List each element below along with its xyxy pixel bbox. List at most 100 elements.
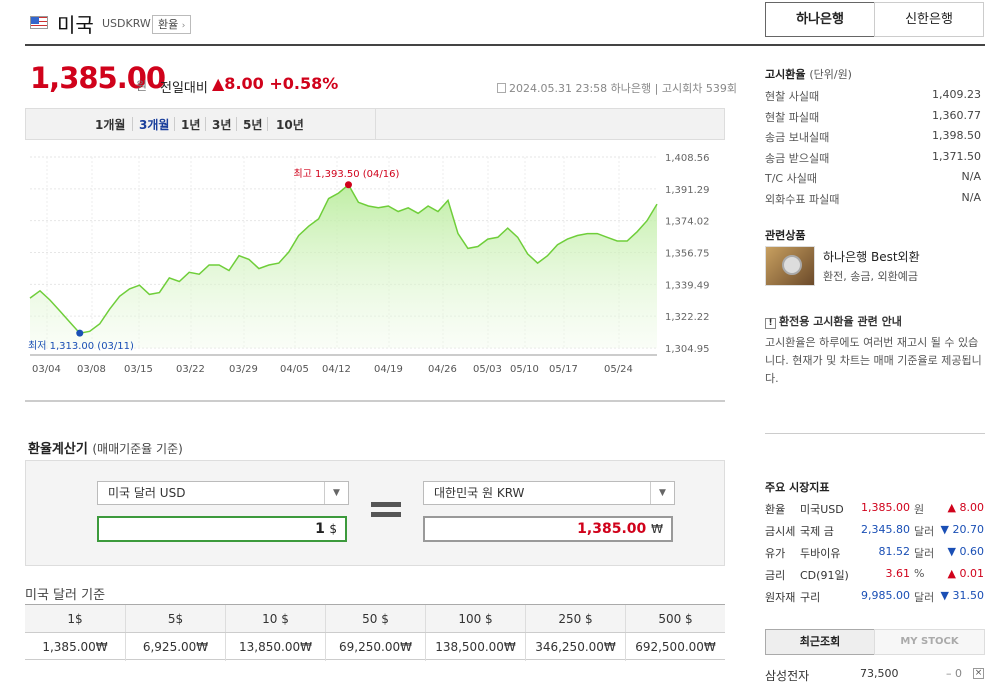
tab-1year[interactable]: 1년 — [181, 116, 200, 133]
market-item-change: ▼ 0.60 — [947, 545, 984, 558]
low-point — [76, 329, 84, 337]
rate-value: 1,409.23 — [932, 88, 981, 101]
calculator-subtitle: (매매기준율 기준) — [92, 442, 183, 456]
x-tick-label: 04/19 — [374, 364, 403, 375]
period-tabs-divider — [375, 109, 376, 139]
table-cell: 13,850.00₩ — [225, 633, 325, 661]
amount-input[interactable]: 1 $ — [97, 516, 347, 542]
recent-stock-name[interactable]: 삼성전자 — [765, 667, 809, 684]
dropdown-arrow-icon: ▼ — [650, 482, 674, 504]
to-currency-value: 대한민국 원 KRW — [434, 486, 525, 500]
close-icon[interactable]: × — [973, 668, 984, 679]
calculator-title-text: 환율계산기 — [28, 442, 88, 457]
table-cell: 346,250.00₩ — [525, 633, 625, 661]
market-item-value: 3.61 — [885, 567, 911, 580]
rate-label: 현찰 파실때 — [765, 110, 820, 124]
divider — [267, 117, 268, 131]
exchange-rate-button-label: 환율 — [158, 18, 179, 31]
high-label: 최고 1,393.50 (04/16) — [293, 168, 399, 180]
recent-stock-change: – 0 — [946, 667, 962, 680]
result-output: 1,385.00 ₩ — [423, 516, 673, 542]
notified-rates-title: 고시환율 (단위/원) — [765, 66, 852, 82]
x-tick-label: 04/05 — [280, 364, 309, 375]
market-category: 환율 — [765, 503, 786, 516]
rate-value: 1,371.50 — [932, 149, 981, 163]
market-item-name[interactable]: 구리 — [800, 589, 820, 605]
x-tick-label: 05/03 — [473, 364, 502, 375]
to-currency-select[interactable]: 대한민국 원 KRW ▼ — [423, 481, 675, 505]
low-label: 최저 1,313.00 (03/11) — [28, 340, 134, 352]
tab-my-stock[interactable]: MY STOCK — [874, 629, 985, 655]
rate-value: N/A — [961, 190, 981, 204]
related-products-title: 관련상품 — [765, 229, 806, 242]
notice-title-text: 환전용 고시환율 관련 안내 — [779, 315, 902, 328]
change-label: 전일대비 — [160, 81, 208, 96]
recent-stock-price: 73,500 — [860, 667, 899, 680]
rate-label: 송금 보내실때 — [765, 131, 830, 144]
tab-3year[interactable]: 3년 — [212, 116, 231, 133]
price-change: ▲8.00 +0.58% — [212, 74, 339, 93]
exchange-rate-button[interactable]: 환율 › — [152, 15, 192, 34]
market-indicators-title: 주요 시장지표 — [765, 481, 830, 494]
currency-code: USDKRW — [102, 17, 151, 30]
market-category: 원자재 — [765, 591, 796, 604]
result-unit: ₩ — [651, 522, 663, 536]
market-category: 금시세 — [765, 525, 796, 538]
x-tick-label: 05/24 — [604, 364, 633, 375]
table-row: 1,385.00₩ 6,925.00₩ 13,850.00₩ 69,250.00… — [25, 632, 725, 661]
market-item-unit: 달러 — [914, 591, 935, 604]
tab-3month[interactable]: 3개월 — [139, 116, 169, 133]
tab-hana-bank[interactable]: 하나은행 — [765, 2, 875, 37]
table-header-cell: 100 $ — [425, 605, 525, 633]
market-item-change: ▲ 8.00 — [947, 501, 984, 514]
recent-stock-change-value: 0 — [955, 667, 962, 680]
market-item-name[interactable]: 국제 금 — [800, 523, 834, 539]
x-tick-label: 04/26 — [428, 364, 457, 375]
market-item-value: 2,345.80 — [861, 523, 910, 536]
dropdown-arrow-icon: ▼ — [324, 482, 348, 504]
table-header-cell: 250 $ — [525, 605, 625, 633]
x-tick-label: 03/08 — [77, 364, 106, 375]
quote-meta-text: 2024.05.31 23:58 하나은행 | 고시회차 539회 — [509, 82, 737, 95]
result-value: 1,385.00 — [577, 521, 647, 537]
table-title: 미국 달러 기준 — [25, 588, 106, 603]
market-item-unit: 원 — [914, 503, 925, 516]
market-item-name[interactable]: 두바이유 — [800, 545, 840, 561]
tab-1month[interactable]: 1개월 — [95, 116, 125, 133]
price-unit: 원 — [136, 79, 148, 93]
chart-area — [30, 184, 657, 348]
market-item-unit: % — [914, 567, 925, 580]
divider — [205, 117, 206, 131]
table-cell: 1,385.00₩ — [42, 640, 108, 654]
product-name[interactable]: 하나은행 Best외환 — [823, 248, 920, 265]
product-desc: 환전, 송금, 외환예금 — [823, 270, 918, 283]
tab-5year[interactable]: 5년 — [243, 116, 262, 133]
from-currency-select[interactable]: 미국 달러 USD ▼ — [97, 481, 349, 505]
table-cell: 138,500.00₩ — [425, 633, 525, 661]
table-header-cell: 50 $ — [325, 605, 425, 633]
market-item-name[interactable]: 미국USD — [800, 501, 844, 517]
from-currency-value: 미국 달러 USD — [108, 486, 186, 500]
product-image[interactable] — [765, 246, 815, 286]
x-tick-label: 03/04 — [32, 364, 61, 375]
y-tick-label: 1,356.75 — [665, 249, 710, 260]
market-item-name[interactable]: CD(91일) — [800, 567, 849, 583]
market-category: 금리 — [765, 569, 786, 582]
exchange-rate-chart[interactable]: 1,408.56 1,391.29 1,374.02 1,356.75 1,339.49… — [25, 140, 725, 380]
table-header-cell: 10 $ — [225, 605, 325, 633]
divider — [132, 117, 133, 131]
amount-value: 1 — [315, 521, 325, 537]
notice-text: 고시환율은 하루에도 여러번 재고시 될 수 있습니다. 현재가 및 차트는 매… — [765, 336, 982, 385]
y-tick-label: 1,304.95 — [665, 344, 710, 355]
market-item-value: 9,985.00 — [861, 589, 910, 602]
x-tick-label: 05/17 — [549, 364, 578, 375]
equals-icon — [371, 502, 401, 507]
tab-recent-views[interactable]: 최근조회 — [765, 629, 875, 655]
us-flag-icon — [30, 16, 48, 29]
tab-10year[interactable]: 10년 — [276, 116, 304, 133]
market-item-change: ▼ 31.50 — [940, 589, 984, 602]
rate-label: 현찰 사실때 — [765, 90, 820, 103]
market-item-value: 81.52 — [878, 545, 911, 558]
y-tick-label: 1,339.49 — [665, 280, 710, 291]
tab-shinhan-bank[interactable]: 신한은행 — [874, 2, 984, 37]
